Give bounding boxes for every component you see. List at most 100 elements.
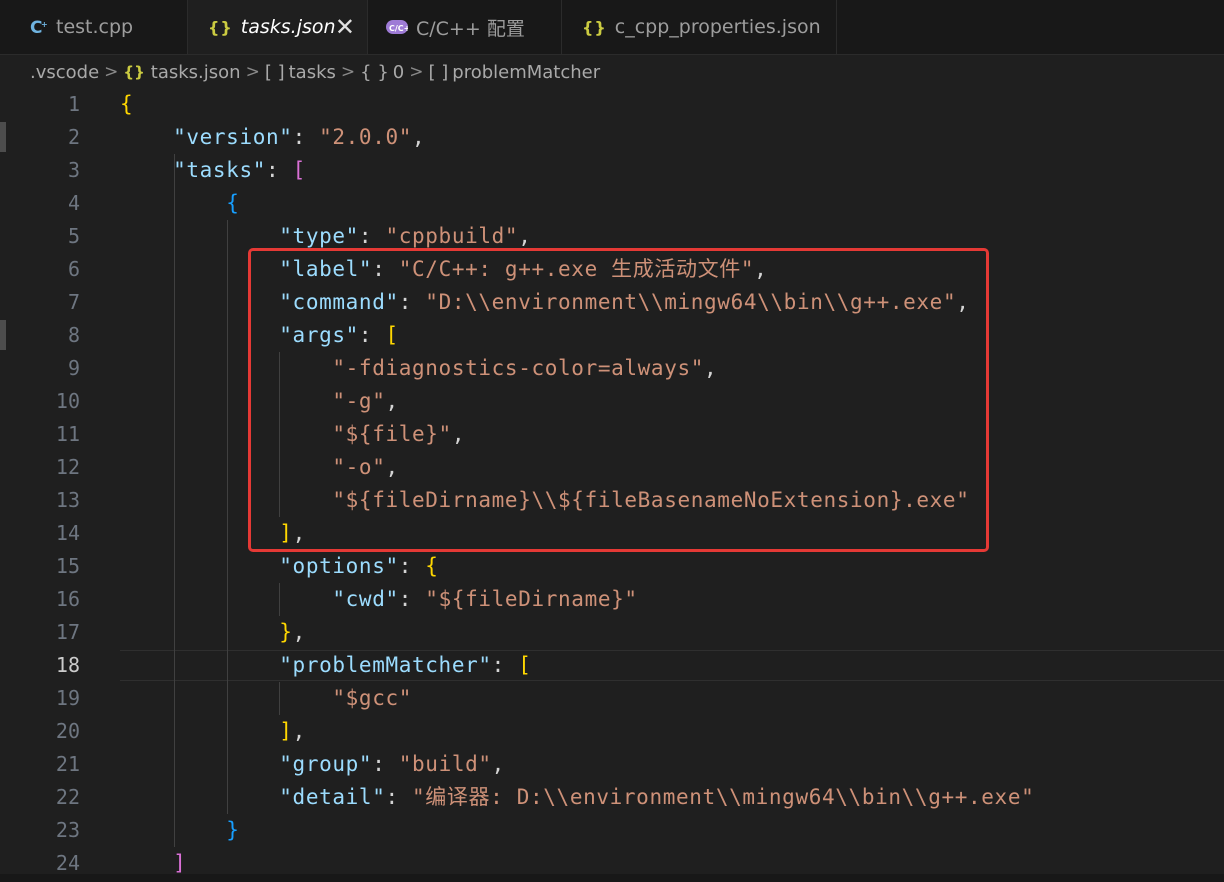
code-token: { [120, 92, 134, 116]
code-token: : [398, 554, 426, 578]
line-number: 5 [67, 224, 80, 248]
code-line[interactable]: 18 "problemMatcher": [ [0, 649, 1224, 682]
code-text: "detail": "编译器: D:\\environment\\mingw64… [120, 781, 1034, 814]
chevron-right-icon: > [340, 62, 356, 82]
code-line[interactable]: 3 "tasks": [ [0, 154, 1224, 187]
line-number: 2 [67, 125, 80, 149]
tab-tasks-json[interactable]: {} tasks.json ✕ [188, 0, 368, 54]
code-text: { [120, 187, 239, 220]
breadcrumb-item-vscode[interactable]: .vscode [30, 62, 99, 83]
code-token: , [292, 620, 306, 644]
code-token: "version" [173, 125, 293, 149]
json-icon: {} [123, 63, 145, 81]
code-token: : [358, 224, 386, 248]
code-token: : [372, 752, 399, 776]
code-token: "$gcc" [332, 686, 413, 710]
code-line[interactable]: 21 "group": "build", [0, 748, 1224, 781]
code-token: [ [292, 158, 306, 182]
line-number: 10 [55, 389, 80, 413]
tab-test-cpp[interactable]: C + test.cpp [0, 0, 188, 54]
line-number: 6 [67, 257, 80, 281]
code-editor[interactable]: 1{2 "version": "2.0.0", 3 "tasks": [4 {5 … [0, 88, 1224, 882]
tab-label: test.cpp [56, 16, 134, 38]
line-number: 21 [55, 752, 80, 776]
code-token: "type" [279, 224, 359, 248]
code-token: "problemMatcher" [279, 653, 492, 677]
chevron-right-icon: > [104, 62, 119, 82]
code-token: "group" [279, 752, 373, 776]
line-number: 3 [67, 158, 80, 182]
line-number: 16 [55, 587, 80, 611]
code-token: } [279, 620, 293, 644]
code-text: "cwd": "${fileDirname}" [120, 583, 638, 616]
code-token: "tasks" [173, 158, 267, 182]
code-token: : [292, 125, 320, 149]
tab-c-cpp-properties[interactable]: {} c_cpp_properties.json [562, 0, 837, 54]
code-token: { [226, 191, 240, 215]
line-number: 11 [55, 422, 80, 446]
code-line[interactable]: 22 "detail": "编译器: D:\\environment\\ming… [0, 781, 1224, 814]
code-text: "version": "2.0.0", [120, 121, 425, 154]
code-text: } [120, 814, 239, 847]
editor-tab-bar: C + test.cpp {} tasks.json ✕ C/C+ C/C++ 配… [0, 0, 1224, 55]
breadcrumb-item-file[interactable]: tasks.json [151, 62, 241, 83]
breadcrumb-item-problemmatcher[interactable]: problemMatcher [452, 62, 600, 83]
code-line[interactable]: 2 "version": "2.0.0", [0, 121, 1224, 154]
line-number: 4 [67, 191, 80, 215]
close-icon[interactable]: ✕ [335, 13, 355, 41]
code-token: , [518, 224, 532, 248]
annotation-highlight-box [248, 248, 989, 552]
line-number: 23 [55, 818, 80, 842]
code-token: : [491, 653, 519, 677]
code-token: "编译器: D:\\environment\\mingw64\\bin\\g++… [412, 785, 1035, 809]
code-line[interactable]: 20 ], [0, 715, 1224, 748]
tab-label: C/C++ 配置 [416, 17, 525, 40]
code-line[interactable]: 16 "cwd": "${fileDirname}" [0, 583, 1224, 616]
code-text: "group": "build", [120, 748, 505, 781]
code-text: "problemMatcher": [ [120, 649, 531, 682]
tab-label: tasks.json [240, 16, 336, 38]
code-line[interactable]: 23 } [0, 814, 1224, 847]
json-file-icon: {} [208, 17, 233, 37]
line-number: 19 [55, 686, 80, 710]
code-line[interactable]: 19 "$gcc" [0, 682, 1224, 715]
code-line[interactable]: 4 { [0, 187, 1224, 220]
code-text: }, [120, 616, 306, 649]
object-icon: { } [360, 61, 389, 83]
code-token: "build" [398, 752, 492, 776]
array-icon: [ ] [264, 61, 285, 83]
code-token: "${fileDirname}" [425, 587, 638, 611]
line-number: 15 [55, 554, 80, 578]
breadcrumb-item-tasks[interactable]: tasks [289, 62, 336, 83]
code-line[interactable]: 1{ [0, 88, 1224, 121]
line-number: 12 [55, 455, 80, 479]
code-token: : [398, 587, 426, 611]
code-token: "detail" [279, 785, 386, 809]
code-token: } [226, 818, 240, 842]
code-line[interactable]: 15 "options": { [0, 550, 1224, 583]
code-token: ] [173, 851, 187, 875]
code-token: , [292, 719, 306, 743]
cpp-file-icon: C + [30, 18, 48, 36]
svg-text:+: + [41, 20, 48, 29]
json-file-icon: {} [582, 17, 607, 37]
line-number: 1 [67, 92, 80, 116]
breadcrumb-item-index[interactable]: 0 [393, 62, 404, 83]
line-number: 20 [55, 719, 80, 743]
code-token: , [412, 125, 426, 149]
code-line[interactable]: 17 }, [0, 616, 1224, 649]
line-number: 22 [55, 785, 80, 809]
breadcrumb: .vscode > {} tasks.json > [ ] tasks > { … [0, 55, 1224, 89]
code-text: "tasks": [ [120, 154, 306, 187]
code-token: : [266, 158, 293, 182]
chevron-right-icon: > [409, 62, 424, 82]
tab-cpp-config[interactable]: C/C+ C/C++ 配置 [368, 0, 562, 54]
